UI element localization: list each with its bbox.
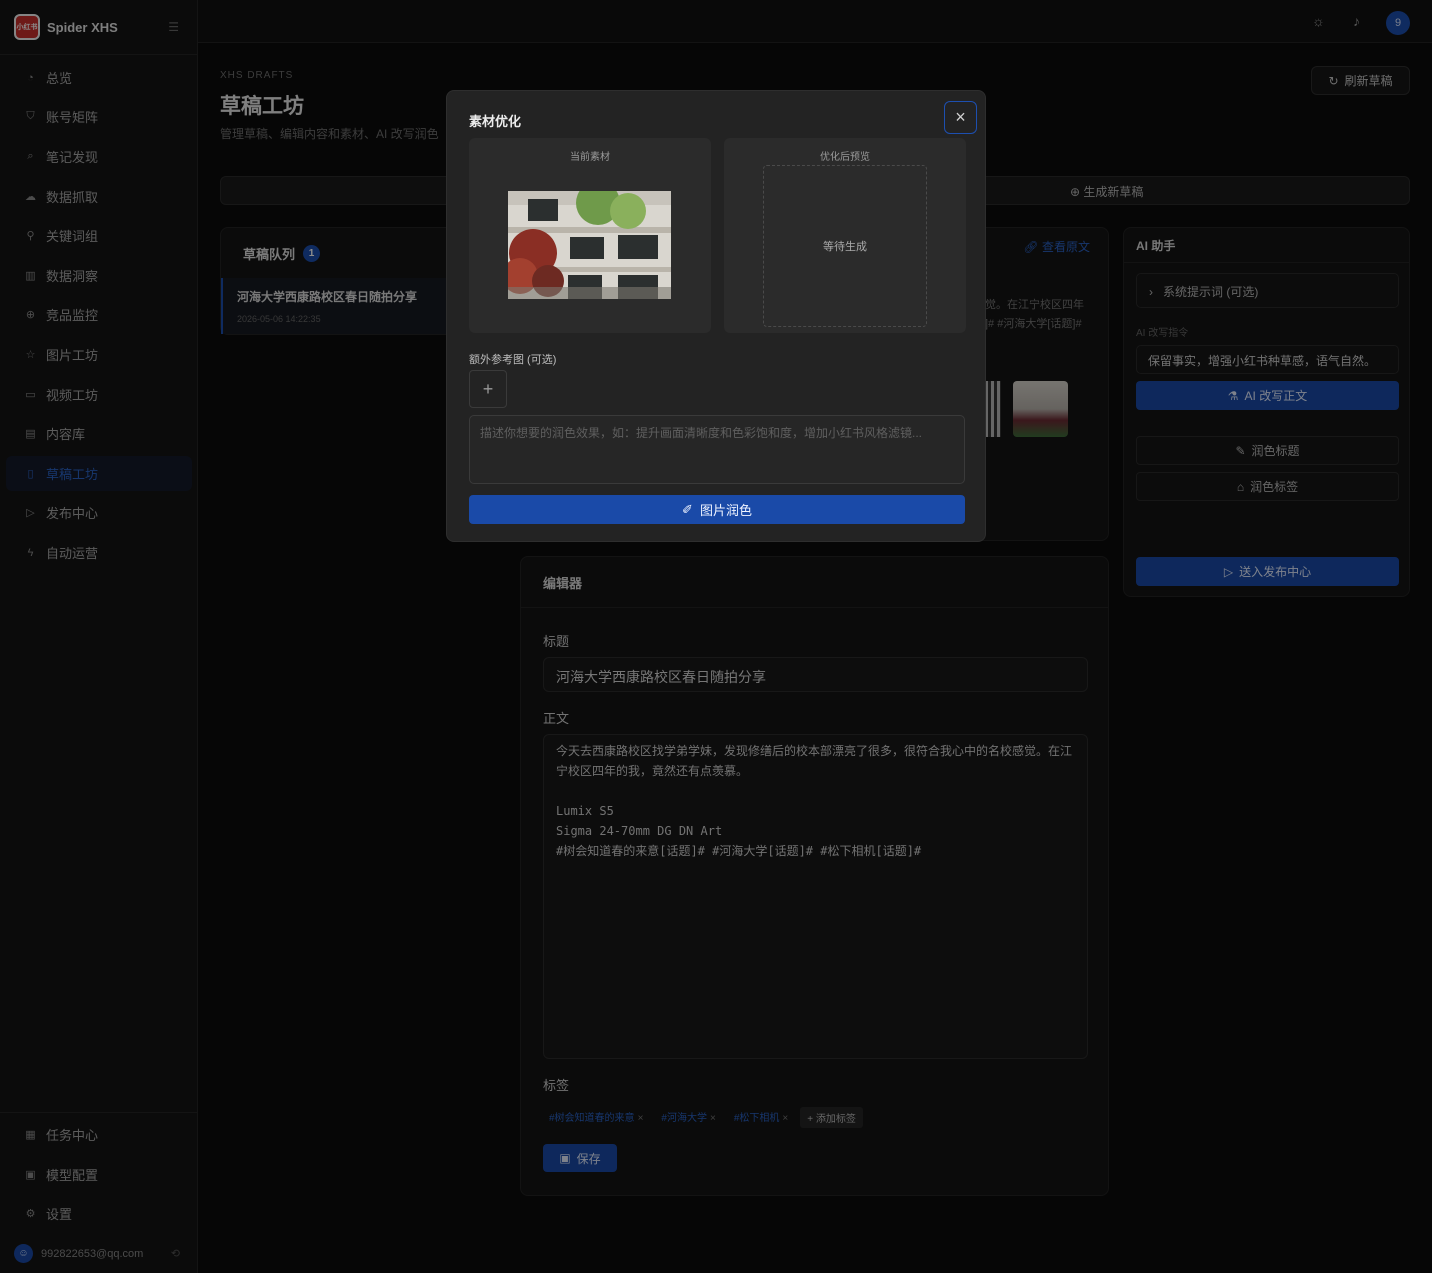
polish-prompt-textarea[interactable]: 描述你想要的润色效果，如：提升画面清晰度和色彩饱和度，增加小红书风格滤镜... — [469, 415, 965, 484]
app-root: 小红书 Spider XHS ☰ ◔ 总览 ⛉ 账号矩阵 ⌕ 笔记发现 ☁ 数据抓取 ⚲… — [0, 0, 1432, 1273]
current-material-panel: 当前素材 — [469, 138, 711, 333]
material-optimize-modal: 素材优化 × 当前素材 优化后预览 等待生成 额外参考图 (可选) + 描述你想… — [446, 90, 986, 542]
reference-label: 额外参考图 (可选) — [469, 354, 557, 366]
image-polish-label: 图片润色 — [699, 503, 752, 518]
preview-panel: 优化后预览 等待生成 — [724, 138, 966, 333]
add-reference-button[interactable]: + — [469, 370, 507, 408]
preview-placeholder: 等待生成 — [763, 165, 927, 327]
brush-icon: ✐ — [682, 501, 693, 517]
current-material-caption: 当前素材 — [570, 152, 610, 163]
close-icon[interactable]: × — [944, 101, 977, 134]
image-polish-button[interactable]: ✐ 图片润色 — [469, 495, 965, 524]
plus-icon: + — [482, 378, 494, 399]
current-material-image — [508, 191, 671, 299]
preview-caption: 优化后预览 — [820, 152, 870, 163]
modal-title: 素材优化 — [469, 114, 522, 129]
